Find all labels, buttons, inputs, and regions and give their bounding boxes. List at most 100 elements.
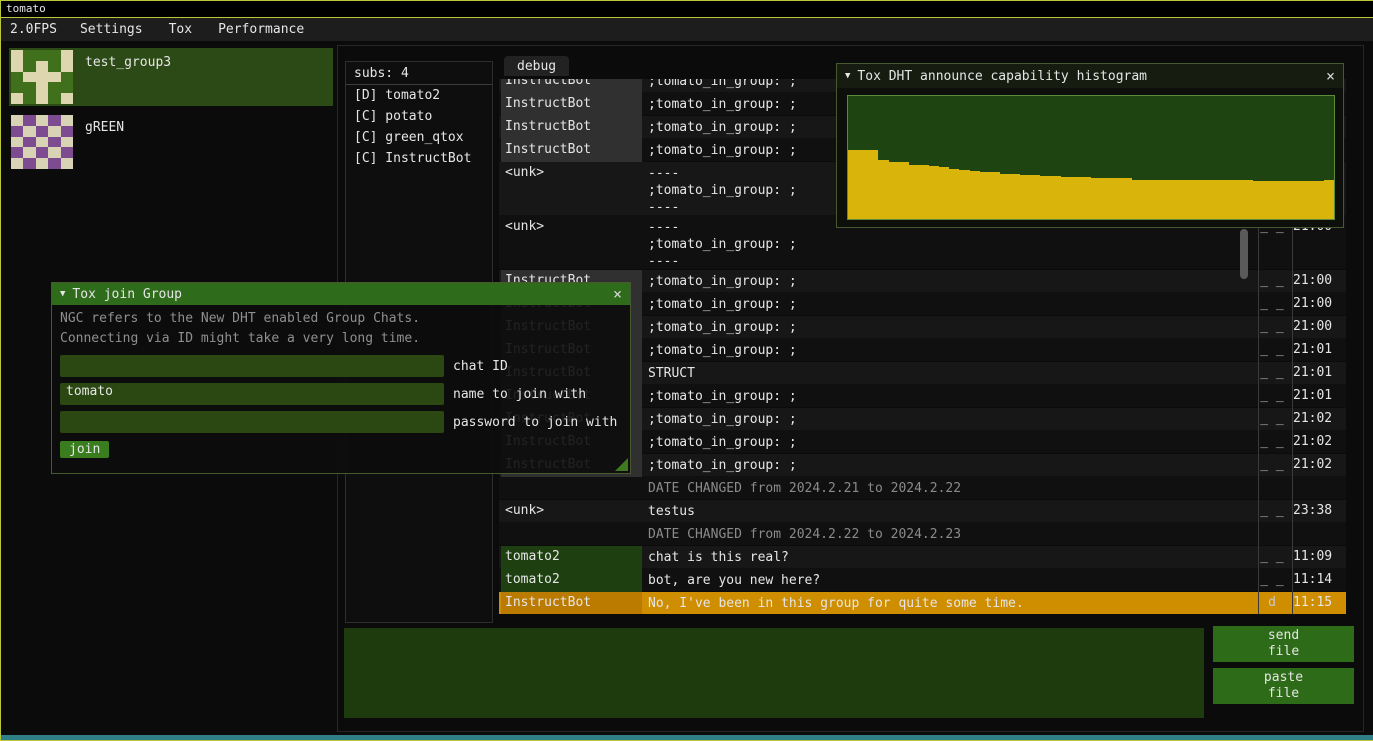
histogram-bar — [1142, 180, 1152, 219]
histogram-bar — [1253, 181, 1263, 219]
histogram-window: ▼ Tox DHT announce capability histogram … — [836, 63, 1344, 228]
histogram-bar — [949, 169, 959, 219]
join-fields: chat IDtomatoname to join withpassword t… — [60, 355, 622, 433]
histogram-bar — [1233, 180, 1243, 219]
message-time — [1288, 523, 1346, 546]
join-field-row: chat ID — [60, 355, 622, 377]
message-time: 21:01 — [1288, 339, 1346, 362]
join-field-input-1[interactable]: tomato — [60, 383, 444, 405]
histogram-bar — [1263, 181, 1273, 219]
paste-file-button[interactable]: paste file — [1213, 668, 1354, 704]
join-field-label: chat ID — [453, 359, 508, 374]
message-time: 21:00 — [1288, 270, 1346, 293]
join-button[interactable]: join — [60, 441, 109, 458]
histogram-bar — [909, 165, 919, 219]
message-time: 21:02 — [1288, 431, 1346, 454]
histogram-bar — [1314, 181, 1324, 219]
message-row: DATE CHANGED from 2024.2.22 to 2024.2.23 — [499, 523, 1346, 546]
histogram-bar — [1172, 180, 1182, 219]
resize-grip[interactable] — [615, 458, 628, 471]
titlebar: tomato — [1, 1, 1373, 18]
message-author — [501, 523, 642, 546]
tab-debug[interactable]: debug — [504, 56, 569, 76]
histogram-bar — [1213, 180, 1223, 219]
histogram-bar — [1283, 181, 1293, 219]
collapse-arrow-icon[interactable]: ▼ — [845, 71, 850, 81]
chat-scrollbar[interactable] — [1240, 229, 1248, 279]
sidebar-item-green[interactable]: gREEN — [9, 113, 333, 171]
message-author: <unk> — [501, 500, 642, 523]
close-icon[interactable]: × — [1326, 67, 1335, 85]
send-file-button[interactable]: send file — [1213, 626, 1354, 662]
histogram-bar — [1091, 178, 1101, 219]
join-field-input-0[interactable] — [60, 355, 444, 377]
message-author — [501, 477, 642, 500]
histogram-bar — [929, 166, 939, 219]
histogram-bar — [889, 162, 899, 219]
message-text: ;tomato_in_group: ; — [642, 316, 1256, 339]
message-row: <unk>testus_ _23:38 — [499, 500, 1346, 523]
histogram-bar — [980, 172, 990, 219]
histogram-bar — [1020, 175, 1030, 219]
message-flags: _ _ — [1256, 431, 1288, 454]
message-author: tomato2 — [501, 546, 642, 569]
histogram-bar — [848, 150, 858, 219]
group-name: gREEN — [75, 113, 124, 171]
message-time: 21:02 — [1288, 454, 1346, 477]
member-list: [D] tomato2[C] potato[C] green_qtox[C] I… — [346, 85, 492, 169]
message-time: 21:01 — [1288, 385, 1346, 408]
message-flags: _ _ — [1256, 546, 1288, 569]
message-author: InstructBot — [501, 139, 642, 162]
histogram-bar — [959, 170, 969, 219]
histogram-window-titlebar[interactable]: ▼ Tox DHT announce capability histogram … — [837, 64, 1343, 88]
histogram-bar — [1324, 180, 1334, 219]
histogram-bar — [1040, 176, 1050, 219]
menu-item-settings[interactable]: Settings — [67, 22, 156, 37]
message-flags: _ _ — [1256, 362, 1288, 385]
message-time: 21:02 — [1288, 408, 1346, 431]
message-flags: _ _ — [1256, 569, 1288, 592]
message-text: DATE CHANGED from 2024.2.21 to 2024.2.22 — [642, 477, 1256, 500]
histogram-bar — [1071, 177, 1081, 219]
group-avatar — [11, 115, 73, 169]
message-author: <unk> — [501, 162, 642, 216]
menu-item-tox[interactable]: Tox — [156, 22, 205, 37]
member-item[interactable]: [C] potato — [346, 106, 492, 127]
member-item[interactable]: [C] green_qtox — [346, 127, 492, 148]
composer-input[interactable] — [344, 628, 1204, 718]
histogram-bar — [1304, 181, 1314, 219]
histogram-bar — [899, 162, 909, 219]
group-name: test_group3 — [75, 48, 171, 106]
histogram-bar — [878, 160, 888, 219]
join-window-titlebar[interactable]: ▼ Tox join Group × — [52, 283, 630, 305]
message-time: 21:01 — [1288, 362, 1346, 385]
member-item[interactable]: [D] tomato2 — [346, 85, 492, 106]
histogram-window-title: Tox DHT announce capability histogram — [857, 69, 1319, 84]
message-flags: _ _ — [1256, 385, 1288, 408]
message-text: ;tomato_in_group: ; — [642, 408, 1256, 431]
group-avatar — [11, 50, 73, 104]
message-flags: _ _ — [1256, 293, 1288, 316]
message-text: ;tomato_in_group: ; — [642, 293, 1256, 316]
message-flags: _ _ — [1256, 500, 1288, 523]
message-row: tomato2chat is this real?_ _11:09 — [499, 546, 1346, 569]
histogram-bar — [858, 150, 868, 219]
member-item[interactable]: [C] InstructBot — [346, 148, 492, 169]
histogram-bar — [1051, 176, 1061, 219]
message-author: InstructBot — [501, 116, 642, 139]
close-icon[interactable]: × — [613, 285, 622, 303]
message-time: 23:38 — [1288, 500, 1346, 523]
subs-count: subs: 4 — [346, 62, 492, 84]
histogram-bar — [1111, 178, 1121, 219]
join-info-line: NGC refers to the New DHT enabled Group … — [60, 309, 622, 329]
histogram-plot — [847, 95, 1335, 220]
histogram-bar — [990, 172, 1000, 219]
join-window-title: Tox join Group — [72, 287, 606, 302]
collapse-arrow-icon[interactable]: ▼ — [60, 289, 65, 299]
message-time: 11:09 — [1288, 546, 1346, 569]
sidebar-item-test-group3[interactable]: test_group3 — [9, 48, 333, 106]
message-flags: _ _ — [1256, 339, 1288, 362]
join-field-input-2[interactable] — [60, 411, 444, 433]
menu-item-performance[interactable]: Performance — [205, 22, 317, 37]
histogram-bar — [1081, 177, 1091, 219]
